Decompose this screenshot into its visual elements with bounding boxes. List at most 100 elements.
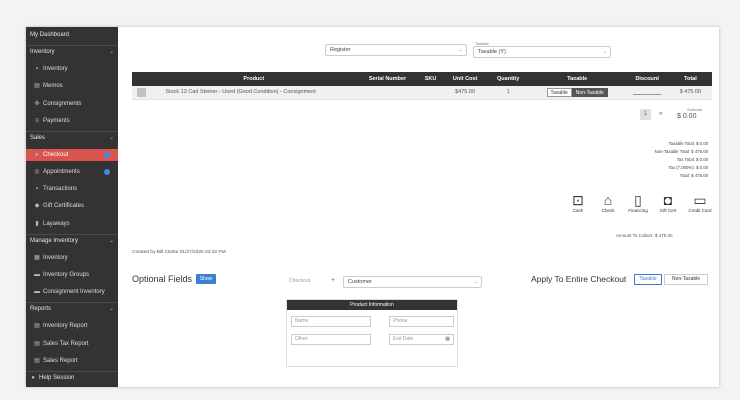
exit-date-placeholder: Exit Date: [393, 336, 414, 342]
chevron-down-icon: ⌄: [108, 306, 114, 312]
cart-table: Product Serial Number SKU Unit Cost Quantity…: [132, 72, 712, 100]
next-page-button[interactable]: »: [659, 111, 662, 117]
handshake-icon: ✜: [34, 101, 40, 107]
sidebar-item-16[interactable]: Reports ⌄: [26, 303, 118, 315]
discount-input[interactable]: [633, 87, 662, 96]
sidebar-item-label: Gift Certificates: [43, 203, 85, 209]
sidebar-item-label: Reports: [30, 306, 52, 312]
apply-taxable-button[interactable]: Taxable: [634, 274, 662, 285]
taxable-select[interactable]: Taxable (Y) ⌄: [473, 46, 611, 58]
sidebar-item-label: Sales: [30, 135, 46, 141]
sidebar-item-label: Consignments: [43, 101, 82, 107]
sidebar-item-17[interactable]: ▤ Inventory Report: [26, 320, 118, 332]
layaway-icon: ▮: [35, 221, 39, 227]
optional-fields-title: Optional Fields: [132, 274, 193, 284]
sidebar-item-9[interactable]: ▪ Transactions: [26, 183, 118, 195]
column-header: SKU: [418, 72, 443, 86]
checkout-main: Register ⌄ Taxable Taxable (Y) ⌄ Product…: [118, 27, 719, 387]
sidebar-item-3[interactable]: ▤ Memos: [26, 80, 118, 92]
sidebar-item-11[interactable]: ▮ Layaways: [26, 218, 118, 230]
payment-financing-button[interactable]: ▯ Financing: [624, 192, 652, 213]
other-input[interactable]: Other: [291, 334, 371, 345]
total-line: Total: $ 475.00: [679, 173, 708, 178]
chevron-down-icon: ⌄: [458, 47, 463, 53]
table-header: Product Serial Number SKU Unit Cost Quantity…: [132, 72, 712, 86]
payment-label: Credit Card: [688, 208, 712, 213]
payment-gift-cert-button[interactable]: ◘ Gift Cert: [654, 192, 682, 213]
location-value: Register: [330, 47, 351, 53]
phone-input[interactable]: Phone: [389, 316, 454, 327]
chevron-down-icon: ⌄: [108, 238, 114, 244]
payment-cash-button[interactable]: ⊡ Cash: [564, 192, 592, 213]
sidebar-item-13[interactable]: ▦ Inventory: [26, 252, 118, 264]
location-select[interactable]: Register ⌄: [325, 44, 467, 56]
exit-date-input[interactable]: Exit Date ▦: [389, 334, 454, 345]
page-number-button[interactable]: 1: [640, 109, 651, 120]
sidebar-item-19[interactable]: ▤ Sales Report: [26, 355, 118, 367]
sidebar-item-0[interactable]: My Dashboard: [26, 29, 118, 41]
name-input[interactable]: Name: [291, 316, 371, 327]
quantity-cell[interactable]: 1: [487, 86, 529, 100]
sidebar-divider: [26, 302, 118, 303]
sidebar-item-label: Sales Tax Report: [43, 341, 89, 347]
chevron-down-icon: ⌄: [602, 49, 607, 55]
sidebar-item-1[interactable]: Inventory ⌄: [26, 46, 118, 58]
subtotal-label: Subtotal: [687, 107, 702, 112]
unit-cost-cell: $475.00: [442, 86, 488, 100]
sidebar-item-8[interactable]: ◎ Appointments: [26, 166, 118, 178]
gift-icon: ◆: [34, 203, 40, 209]
product-info-title: Product Information: [287, 300, 457, 310]
sidebar-item-label: Appointments: [43, 169, 80, 175]
memo-icon: ▤: [34, 83, 40, 89]
sidebar-item-label: Sales Report: [43, 358, 78, 364]
report-icon: ▤: [34, 341, 40, 347]
customer-select[interactable]: Customer ⌄: [343, 276, 482, 288]
sidebar-item-5[interactable]: ≡ Payments: [26, 115, 118, 127]
product-cell[interactable]: Stock 13 Carl Steiner - Used (Good Condi…: [151, 86, 357, 100]
column-header: Serial Number: [356, 72, 419, 86]
taxable-cell: Taxable Non-Taxable: [528, 86, 626, 100]
serial-cell: [356, 86, 419, 100]
sidebar-item-4[interactable]: ✜ Consignments: [26, 98, 118, 110]
report-icon: ▤: [34, 358, 40, 364]
show-optional-button[interactable]: Show: [196, 274, 216, 284]
optional-for-label: Checkout: [289, 278, 311, 284]
total-line: Non-Taxable Total: $ 475.00: [654, 149, 708, 154]
calendar-icon: ◎: [34, 169, 40, 175]
app-window: My Dashboard Inventory ⌄ ▪ Inventory ▤ Memos ✜ C…: [26, 27, 719, 387]
sidebar-item-label: Layaways: [43, 221, 70, 227]
remove-item-button[interactable]: [137, 87, 147, 97]
receipt-icon: ▪: [35, 186, 39, 192]
apply-nontaxable-button[interactable]: Non-Taxable: [664, 274, 708, 285]
document-icon: ▯: [634, 192, 642, 208]
column-header: Taxable: [528, 72, 626, 86]
sidebar-item-label: Manage Inventory: [30, 238, 79, 244]
sidebar-item-2[interactable]: ▪ Inventory: [26, 63, 118, 75]
sidebar-item-label: My Dashboard: [30, 32, 70, 38]
payment-label: Financing: [628, 208, 648, 213]
sidebar-item-label: Checkout: [43, 152, 69, 158]
sidebar-item-20[interactable]: ● Help Session: [26, 372, 118, 384]
add-field-icon[interactable]: +: [331, 277, 335, 284]
sidebar-divider: [26, 234, 118, 235]
payment-check-button[interactable]: ⌂ Check: [594, 192, 622, 213]
sidebar-divider: [26, 131, 118, 132]
payment-credit-card-button[interactable]: ▭ Credit Card: [686, 192, 714, 213]
sidebar-item-6[interactable]: Sales ⌄: [26, 132, 118, 144]
taxable-select-value: Taxable (Y): [478, 49, 506, 55]
sidebar-item-7[interactable]: ▸ Checkout: [26, 149, 118, 161]
total-line: Tax (7.000%): $ 0.00: [668, 165, 708, 170]
sidebar-item-15[interactable]: ▬ Consignment Inventory: [26, 286, 118, 298]
row-taxable-button[interactable]: Taxable: [546, 87, 572, 97]
sidebar-item-label: Transactions: [43, 186, 78, 192]
row-nontaxable-button[interactable]: Non-Taxable: [571, 87, 608, 97]
folder-icon: ▬: [34, 272, 40, 278]
sidebar-item-18[interactable]: ▤ Sales Tax Report: [26, 338, 118, 350]
column-header: Product: [151, 72, 357, 86]
sidebar-item-10[interactable]: ◆ Gift Certificates: [26, 200, 118, 212]
column-header: [132, 72, 152, 86]
sidebar-item-12[interactable]: Manage Inventory ⌄: [26, 235, 118, 247]
apply-checkout-label: Apply To Entire Checkout: [531, 274, 627, 284]
chevron-down-icon: ⌄: [473, 279, 478, 285]
sidebar-item-14[interactable]: ▬ Inventory Groups: [26, 269, 118, 281]
